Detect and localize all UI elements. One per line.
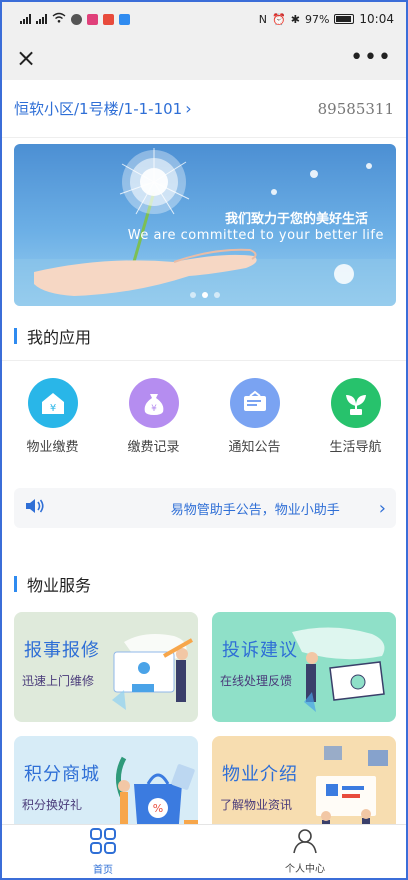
repair-illustration [112,634,193,710]
app-notification-icon [103,13,114,25]
my-apps-title: 我的应用 [14,324,91,348]
plant-icon [330,378,381,428]
chevron-right-icon: › [378,497,386,519]
notice-bar[interactable]: 易物管助手公告，物业小助手 › [14,488,396,528]
banner-headline: 我们致力于您的美好生活 [224,212,368,227]
card-subtitle: 在线处理反馈 [220,674,293,688]
signal-icon [20,14,31,24]
app-label: 生活导航 [329,440,382,455]
card-points-mall[interactable]: % 积分商城 积分换好礼 [14,736,198,824]
app-life-navigation[interactable]: 生活导航 [311,378,401,455]
svg-text:¥: ¥ [49,403,55,414]
app-notification-icon [87,13,98,25]
card-subtitle: 了解物业资讯 [220,798,293,812]
card-title: 报事报修 [24,640,100,661]
card-title: 投诉建议 [222,640,298,661]
bottom-tab-bar: 首页 个人中心 [2,824,406,878]
card-repair[interactable]: 报事报修 迅速上门维修 [14,612,198,722]
address-path: 恒软小区/1号楼/1-1-101 [14,100,183,118]
svg-text:%: % [153,802,163,815]
address-number: 89585311 [317,99,394,118]
app-notification-icon [71,13,82,25]
card-complaint[interactable]: 投诉建议 在线处理反馈 [212,612,396,722]
app-notification-icon [119,13,130,25]
top-bar: × ••• [2,36,406,80]
banner-subline: We are committed to your better life [127,228,384,243]
tab-profile[interactable]: 个人中心 [204,825,406,878]
alarm-icon: ⏰ [272,12,286,26]
battery-icon [334,14,355,24]
app-label: 通知公告 [228,440,281,455]
my-apps-title-text: 我的应用 [27,328,92,347]
grid-icon [89,827,117,859]
app-label: 物业缴费 [26,440,79,455]
wifi-icon [52,12,66,26]
address-row: 恒软小区/1号楼/1-1-101 › 89585311 [2,80,406,138]
card-title: 物业介绍 [222,764,298,785]
complaint-illustration [292,627,385,712]
app-announcements[interactable]: 通知公告 [210,378,300,455]
status-icons-left [20,12,130,26]
battery-percent: 97% [304,12,330,26]
app-payment-records[interactable]: ¥ 缴费记录 [109,378,199,455]
house-money-icon: ¥ [27,378,78,428]
status-icons-right: N ⏰ ✱ 97% 10:04 [259,12,394,26]
app-label: 缴费记录 [127,440,180,455]
divider [2,360,406,361]
card-subtitle: 迅速上门维修 [22,674,95,688]
tab-home-label: 首页 [93,865,113,876]
nfc-icon: N [258,12,268,26]
property-services-title: 物业服务 [14,572,91,596]
clock: 10:04 [359,12,394,26]
address-selector[interactable]: 恒软小区/1号楼/1-1-101 › [14,98,192,119]
more-options-button[interactable]: ••• [350,47,392,69]
tab-profile-label: 个人中心 [285,864,325,875]
home-page: 恒软小区/1号楼/1-1-101 › 89585311 我们致力于您的美好生活 … [2,80,406,824]
carousel-dot-active[interactable] [202,292,208,298]
carousel-dots [190,292,220,298]
status-bar: N ⏰ ✱ 97% 10:04 [2,2,406,36]
property-services-title-text: 物业服务 [27,576,92,595]
speaker-icon [24,497,46,519]
tab-home[interactable]: 首页 [2,825,204,878]
bluetooth-icon: ✱ [290,12,300,26]
svg-text:¥: ¥ [151,404,157,414]
carousel-dot[interactable] [190,292,196,298]
banner-carousel[interactable]: 我们致力于您的美好生活 We are committed to your bet… [14,144,396,306]
card-title: 积分商城 [24,764,100,785]
card-property-intro[interactable]: 物业介绍 了解物业资讯 [212,736,396,824]
app-property-payment[interactable]: ¥ 物业缴费 [8,378,98,455]
money-bag-icon: ¥ [128,378,179,428]
card-subtitle: 积分换好礼 [22,798,83,812]
close-button[interactable]: × [16,46,36,70]
notice-text: 易物管助手公告，物业小助手 [170,502,340,518]
chevron-right-icon: › [185,99,192,118]
carousel-dot[interactable] [214,292,220,298]
my-apps-grid: ¥ 物业缴费 ¥ 缴费记录 通知公告 生活导航 [2,378,406,455]
person-icon [292,828,318,858]
signal-icon-2 [36,14,47,24]
bulletin-board-icon [229,378,280,428]
